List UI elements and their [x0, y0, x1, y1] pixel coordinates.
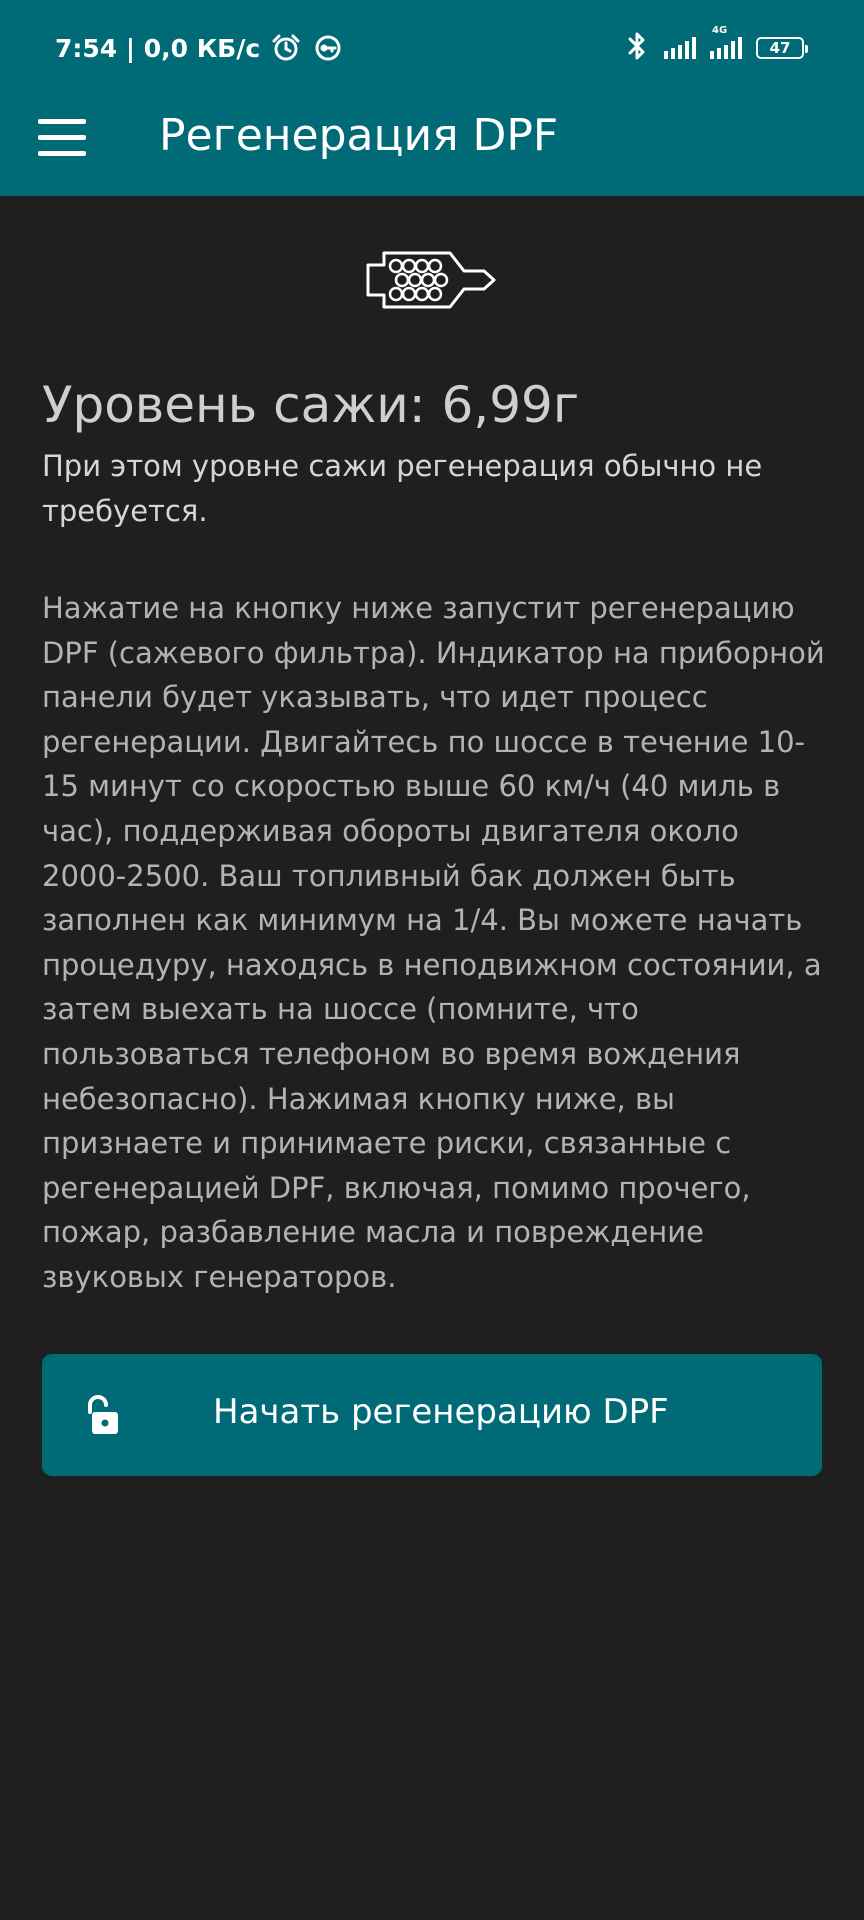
start-regeneration-button[interactable]: Начать регенерацию DPF	[42, 1354, 822, 1476]
signal-strength-4g-icon: 4G	[710, 25, 742, 59]
regeneration-description: Нажатие на кнопку ниже запустит регенера…	[42, 591, 825, 1294]
hamburger-menu-icon[interactable]	[36, 111, 88, 163]
signal-strength-icon	[664, 37, 696, 59]
status-bar: 7:54 | 0,0 КБ/с 4G 47	[0, 0, 864, 96]
start-regeneration-label: Начать регенерацию DPF	[213, 1392, 669, 1432]
battery-level: 47	[769, 38, 791, 57]
status-time-speed: 7:54 | 0,0 КБ/с	[55, 33, 261, 63]
vpn-key-icon	[312, 32, 344, 64]
status-left: 7:54 | 0,0 КБ/с	[55, 28, 344, 68]
app-bar: Регенерация DPF	[0, 96, 864, 196]
alarm-clock-icon	[270, 32, 302, 64]
unlocked-padlock-icon	[82, 1394, 122, 1436]
battery-icon: 47	[756, 37, 808, 59]
page-title: Регенерация DPF	[159, 110, 559, 161]
soot-level-note: При этом уровне сажи регенерация обычно …	[42, 449, 763, 528]
top-app-bar-background: 7:54 | 0,0 КБ/с 4G 47 Регенерация DPF	[0, 0, 864, 196]
bluetooth-icon	[624, 31, 650, 65]
soot-level-heading: Уровень сажи: 6,99г	[42, 376, 580, 434]
status-right: 4G 47	[624, 25, 808, 68]
dpf-filter-icon	[364, 247, 498, 313]
network-type-label: 4G	[712, 25, 728, 36]
